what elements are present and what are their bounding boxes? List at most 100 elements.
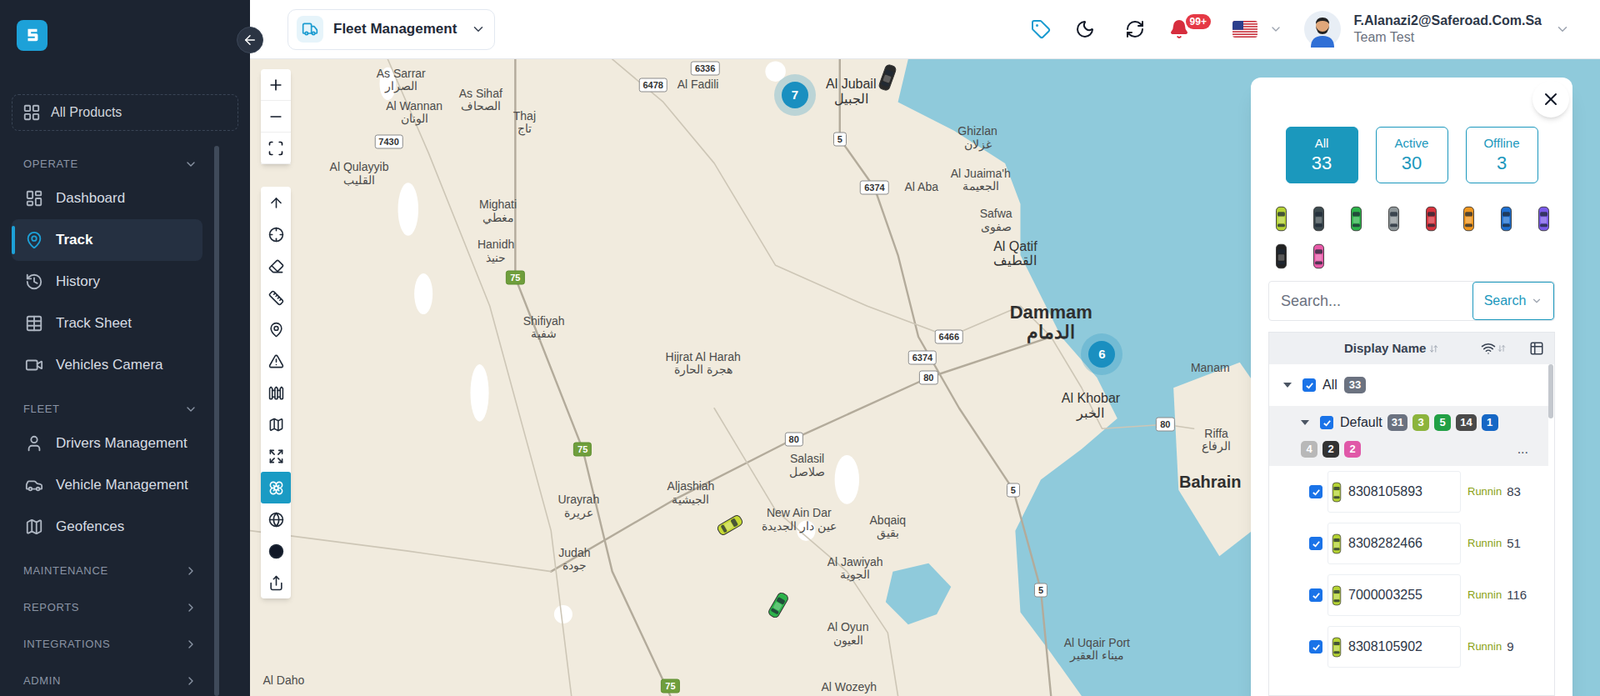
road-shield: 5 — [1006, 482, 1020, 497]
avatar-icon[interactable] — [1304, 10, 1341, 48]
map-label: Safwaصفوى — [980, 207, 1013, 234]
vehicle-row[interactable]: 8308105893Runnin83 — [1269, 465, 1549, 518]
menu-item-icon — [25, 517, 44, 536]
sidebar-item[interactable]: Vehicles Camera — [11, 344, 203, 386]
sidebar-item[interactable]: Track Sheet — [11, 302, 203, 345]
map-tool-button[interactable] — [260, 566, 291, 599]
color-filter[interactable] — [1412, 200, 1450, 238]
map-tool-button[interactable] — [260, 218, 291, 250]
map-tool-button[interactable] — [260, 440, 291, 472]
color-filter[interactable] — [1375, 200, 1413, 238]
section-header[interactable]: OPERATE — [0, 150, 215, 178]
moon-icon[interactable] — [1075, 19, 1095, 40]
search-button[interactable]: Search — [1472, 281, 1555, 320]
map-tool-button[interactable] — [260, 503, 291, 535]
tag-icon[interactable] — [1030, 19, 1051, 40]
color-filter[interactable] — [1525, 200, 1563, 238]
sidebar-item[interactable]: History — [11, 260, 203, 303]
map-tool-button[interactable] — [260, 376, 291, 409]
zoom-button[interactable] — [260, 100, 291, 133]
road — [387, 59, 571, 696]
us-flag-icon[interactable] — [1232, 20, 1258, 38]
vehicle-name-cell: 8308282466 — [1327, 522, 1461, 565]
map-tool-button[interactable] — [260, 250, 291, 282]
vehicle-speed: 51 — [1506, 534, 1521, 554]
map-tool-button[interactable] — [260, 535, 291, 567]
tree-all-row[interactable]: All33 — [1269, 364, 1549, 406]
more-button[interactable]: ... — [1517, 439, 1529, 460]
language-chevron-icon[interactable] — [1269, 22, 1283, 36]
notifications[interactable]: 99+ — [1169, 19, 1190, 40]
product-switcher[interactable]: Fleet Management — [287, 9, 495, 50]
status-filter[interactable]: Active30 — [1375, 126, 1449, 184]
map-tool-button[interactable] — [260, 408, 291, 440]
close-panel-button[interactable] — [1532, 80, 1570, 118]
color-filter[interactable] — [1262, 237, 1300, 275]
color-filter[interactable] — [1262, 200, 1300, 238]
vehicle-checkbox[interactable] — [1309, 588, 1323, 602]
section-header[interactable]: ADMIN — [0, 667, 215, 695]
map-label: Bahrain — [1179, 472, 1241, 491]
vehicle-panel: All33 Active30 Offline3 Search Display Name A… — [1250, 77, 1573, 696]
truck-icon-box — [296, 15, 324, 43]
map-label: Shifiyahشفية — [523, 315, 565, 341]
sidebar-item[interactable]: Geofences — [11, 505, 203, 548]
display-name-column[interactable]: Display Name — [1344, 339, 1439, 359]
map-tool-button[interactable] — [260, 345, 291, 377]
search-input[interactable] — [1269, 281, 1473, 320]
section-header[interactable]: REPORTS — [0, 594, 215, 621]
map[interactable]: As SarrarالصرارAl WannanالونانAs Sihafال… — [250, 59, 1600, 696]
vehicle-cluster[interactable]: 7 — [774, 74, 816, 116]
color-filter[interactable] — [1300, 237, 1338, 275]
refresh-icon[interactable] — [1125, 19, 1145, 40]
vehicle-row[interactable]: 8308282466Runnin51 — [1269, 517, 1549, 570]
tree-group-row[interactable]: Default3135141422... — [1269, 405, 1549, 466]
vehicle-row[interactable]: 7000003255Runnin116 — [1269, 569, 1549, 621]
all-checkbox[interactable] — [1302, 378, 1316, 392]
sidebar-item[interactable]: Track — [11, 219, 203, 261]
color-filter[interactable] — [1300, 200, 1338, 238]
vehicle-cluster[interactable]: 6 — [1080, 333, 1123, 375]
map-tool-button[interactable] — [260, 471, 291, 504]
section-header[interactable]: MAINTENANCE — [0, 557, 215, 585]
map-layers-icon — [268, 416, 285, 433]
table-scrollbar[interactable] — [1548, 364, 1554, 695]
vehicle-checkbox[interactable] — [1309, 485, 1323, 499]
sidebar-item[interactable]: Dashboard — [11, 177, 203, 220]
collapse-sidebar-button[interactable] — [236, 26, 264, 54]
columns-icon[interactable] — [1529, 340, 1545, 356]
menu-item-icon — [25, 475, 44, 495]
road — [612, 59, 950, 337]
section-header[interactable]: FLEET — [0, 395, 215, 423]
map-tool-button[interactable] — [260, 313, 291, 345]
expand-caret-icon[interactable] — [1283, 382, 1292, 388]
menu-item-icon — [25, 272, 44, 291]
expand-caret-icon[interactable] — [1300, 420, 1310, 425]
signal-column[interactable] — [1480, 340, 1506, 356]
sidebar-scrollbar[interactable] — [214, 145, 220, 696]
section-header[interactable]: INTEGRATIONS — [0, 630, 215, 658]
color-filter[interactable] — [1450, 200, 1488, 238]
map-tool-button[interactable] — [260, 281, 291, 314]
color-filter[interactable] — [1487, 200, 1525, 238]
vehicle-checkbox[interactable] — [1309, 640, 1323, 654]
sidebar-item[interactable]: Vehicle Management — [11, 464, 203, 506]
check-icon — [1311, 590, 1321, 600]
zoom-button[interactable] — [260, 132, 291, 165]
map-tool-button[interactable] — [260, 186, 291, 219]
user-info[interactable]: F.Alanazi2@Saferoad.Com.SaTeam Test — [1354, 12, 1542, 46]
all-products-button[interactable]: All Products — [11, 94, 239, 131]
status-filter[interactable]: Offline3 — [1465, 126, 1539, 184]
zoom-button[interactable] — [260, 69, 291, 101]
map-label: Al Aba — [904, 181, 938, 195]
status-filter[interactable]: All33 — [1285, 126, 1359, 184]
vehicle-row[interactable]: 8308105902Runnin9 — [1269, 620, 1549, 673]
color-filter[interactable] — [1337, 200, 1375, 238]
chevron-down-icon — [184, 157, 198, 171]
user-menu-chevron-icon[interactable] — [1555, 21, 1570, 37]
group-checkbox[interactable] — [1320, 415, 1334, 430]
map-label: Al Qatifالقطيف — [993, 239, 1037, 269]
sidebar-item[interactable]: Drivers Management — [11, 422, 203, 465]
logo-icon[interactable] — [16, 20, 48, 51]
vehicle-checkbox[interactable] — [1309, 536, 1323, 550]
